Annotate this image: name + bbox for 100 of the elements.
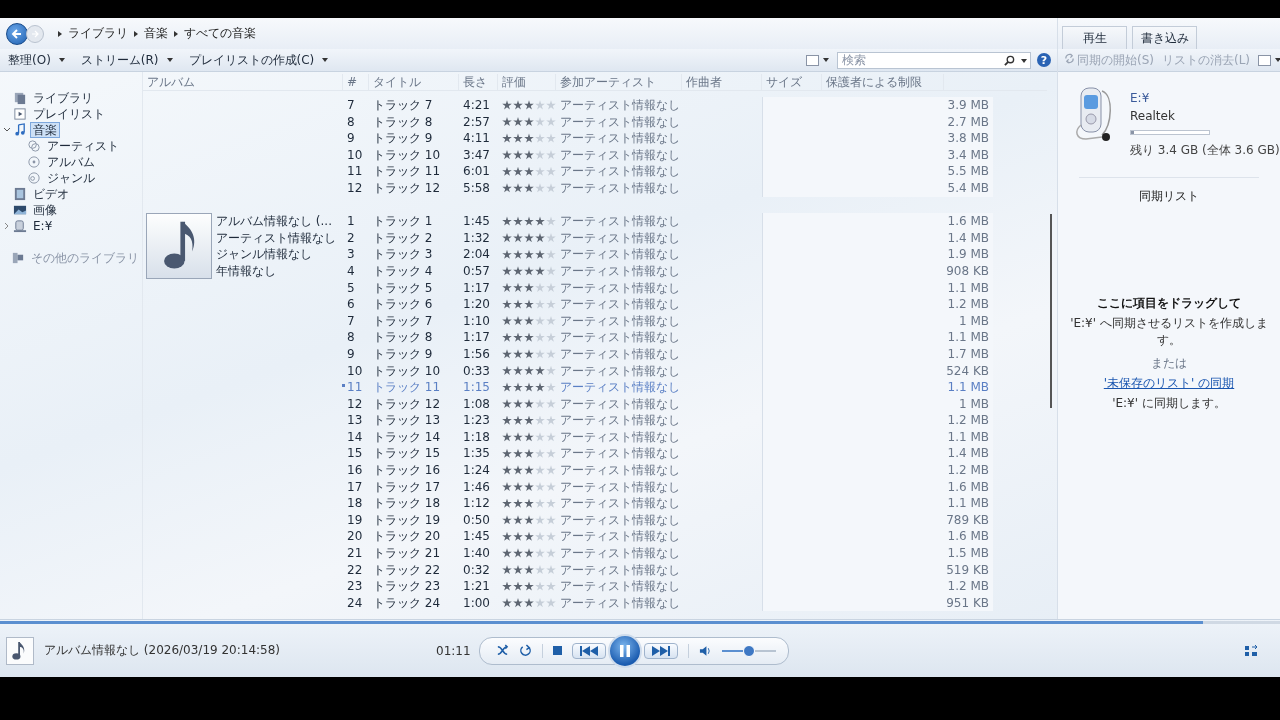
track-title[interactable]: トラック 10 xyxy=(369,146,459,164)
collapse-icon[interactable] xyxy=(3,126,13,134)
repeat-button[interactable] xyxy=(518,644,532,657)
track-artist: アーティスト情報なし xyxy=(559,561,681,579)
track-title[interactable]: トラック 5 xyxy=(369,279,459,297)
shuffle-button[interactable] xyxy=(495,644,509,657)
search-icon xyxy=(1004,54,1015,66)
track-number: 5 xyxy=(346,279,356,297)
track-length: 1:20 xyxy=(462,296,491,313)
toolbar-menu[interactable]: ストリーム(R) xyxy=(72,49,181,71)
track-title[interactable]: トラック 14 xyxy=(369,428,459,446)
track-title[interactable]: トラック 1 xyxy=(369,213,459,230)
sidebar-item[interactable]: 音楽 xyxy=(30,122,60,138)
track-title[interactable]: トラック 12 xyxy=(369,179,459,197)
track-number: 11 xyxy=(346,163,364,180)
sidebar-item[interactable]: ビデオ xyxy=(30,186,72,202)
album-art xyxy=(146,213,212,280)
list-options-icon[interactable] xyxy=(1258,54,1280,66)
sidebar-item[interactable]: 画像 xyxy=(30,202,60,218)
panel-tab[interactable]: 書き込み xyxy=(1132,26,1197,49)
album-info-text: アーティスト情報なし xyxy=(216,229,336,247)
track-title[interactable]: トラック 6 xyxy=(369,296,459,313)
track-artist: アーティスト情報なし xyxy=(559,511,681,529)
toolbar-menu[interactable]: プレイリストの作成(C) xyxy=(180,49,337,71)
track-size: 1.4 MB xyxy=(762,445,993,463)
search-field[interactable]: 検索 xyxy=(837,51,1031,69)
column-header[interactable]: # xyxy=(343,74,369,90)
volume-slider[interactable] xyxy=(721,644,776,657)
track-size: 5.5 MB xyxy=(762,163,993,180)
track-title[interactable]: トラック 19 xyxy=(369,511,459,529)
track-length: 3:47 xyxy=(462,146,491,164)
column-header[interactable]: 作曲者 xyxy=(682,74,762,90)
breadcrumb-item[interactable]: すべての音楽 xyxy=(184,25,256,42)
previous-icon xyxy=(578,644,599,657)
track-length: 1:10 xyxy=(462,312,491,330)
sidebar-item[interactable]: プレイリスト xyxy=(30,106,108,122)
back-button[interactable] xyxy=(6,22,28,45)
track-title[interactable]: トラック 20 xyxy=(369,528,459,546)
column-header[interactable]: 保護者による制限 xyxy=(822,74,944,90)
view-options-icon[interactable] xyxy=(806,54,829,66)
track-title[interactable]: トラック 10 xyxy=(369,362,459,380)
track-title[interactable]: トラック 7 xyxy=(369,97,459,114)
sidebar-item[interactable]: アーティスト xyxy=(44,138,122,154)
sidebar-item[interactable]: ライブラリ xyxy=(30,90,96,106)
breadcrumb-item[interactable]: ライブラリ xyxy=(68,25,128,42)
track-title[interactable]: トラック 8 xyxy=(369,113,459,131)
sidebar-item[interactable]: ジャンル xyxy=(44,170,98,186)
toolbar-menu[interactable]: 整理(O) xyxy=(0,49,73,71)
track-number: 10 xyxy=(346,362,364,380)
track-artist: アーティスト情報なし xyxy=(559,578,681,595)
track-artist: アーティスト情報なし xyxy=(559,213,681,230)
track-title[interactable]: トラック 9 xyxy=(369,130,459,147)
track-number: 8 xyxy=(346,113,356,131)
column-header[interactable]: 評価 xyxy=(498,74,556,90)
track-title[interactable]: トラック 4 xyxy=(369,262,459,280)
help-button[interactable]: ? xyxy=(1037,53,1051,67)
track-title[interactable]: トラック 15 xyxy=(369,445,459,463)
track-title[interactable]: トラック 8 xyxy=(369,329,459,346)
next-button[interactable] xyxy=(643,642,678,659)
column-header[interactable]: 長さ xyxy=(459,74,498,90)
sidebar-item[interactable]: E:¥ xyxy=(30,218,56,234)
track-title[interactable]: トラック 11 xyxy=(369,379,459,396)
track-artist: アーティスト情報なし xyxy=(559,229,681,247)
track-number: 19 xyxy=(346,511,364,529)
track-title[interactable]: トラック 16 xyxy=(369,462,459,479)
column-header[interactable]: サイズ xyxy=(762,74,822,90)
track-title[interactable]: トラック 24 xyxy=(369,594,459,612)
library-icon xyxy=(13,91,27,105)
track-title[interactable]: トラック 3 xyxy=(369,246,459,263)
track-title[interactable]: トラック 7 xyxy=(369,312,459,330)
track-artist: アーティスト情報なし xyxy=(559,146,681,164)
track-title[interactable]: トラック 2 xyxy=(369,229,459,247)
track-artist: アーティスト情報なし xyxy=(559,412,681,429)
track-artist: アーティスト情報なし xyxy=(559,462,681,479)
track-size: 1.2 MB xyxy=(762,412,993,429)
track-length: 2:04 xyxy=(462,246,491,263)
track-title[interactable]: トラック 13 xyxy=(369,412,459,429)
track-title[interactable]: トラック 17 xyxy=(369,478,459,496)
sidebar-item[interactable]: アルバム xyxy=(44,154,98,170)
track-title[interactable]: トラック 11 xyxy=(369,163,459,180)
track-title[interactable]: トラック 21 xyxy=(369,545,459,562)
track-title[interactable]: トラック 12 xyxy=(369,395,459,413)
device-vendor: Realtek xyxy=(1130,109,1176,123)
sync-unsaved-list-link[interactable]: '未保存のリスト' の同期 xyxy=(1103,375,1235,392)
track-length: 1:18 xyxy=(462,428,491,446)
track-title[interactable]: トラック 23 xyxy=(369,578,459,595)
track-title[interactable]: トラック 22 xyxy=(369,561,459,579)
panel-tab[interactable]: 再生 xyxy=(1062,26,1127,49)
previous-button[interactable] xyxy=(571,642,606,659)
stop-button[interactable] xyxy=(552,646,562,655)
column-header[interactable]: タイトル xyxy=(369,74,459,90)
track-number: 17 xyxy=(346,478,364,496)
track-title[interactable]: トラック 9 xyxy=(369,345,459,363)
column-header[interactable]: アルバム xyxy=(143,74,343,90)
track-title[interactable]: トラック 18 xyxy=(369,495,459,512)
volume-icon[interactable] xyxy=(698,644,712,657)
switch-view-icon[interactable] xyxy=(1244,644,1258,657)
breadcrumb-item[interactable]: 音楽 xyxy=(144,25,168,42)
pause-button[interactable] xyxy=(607,633,642,668)
column-header[interactable]: 参加アーティスト xyxy=(556,74,682,90)
